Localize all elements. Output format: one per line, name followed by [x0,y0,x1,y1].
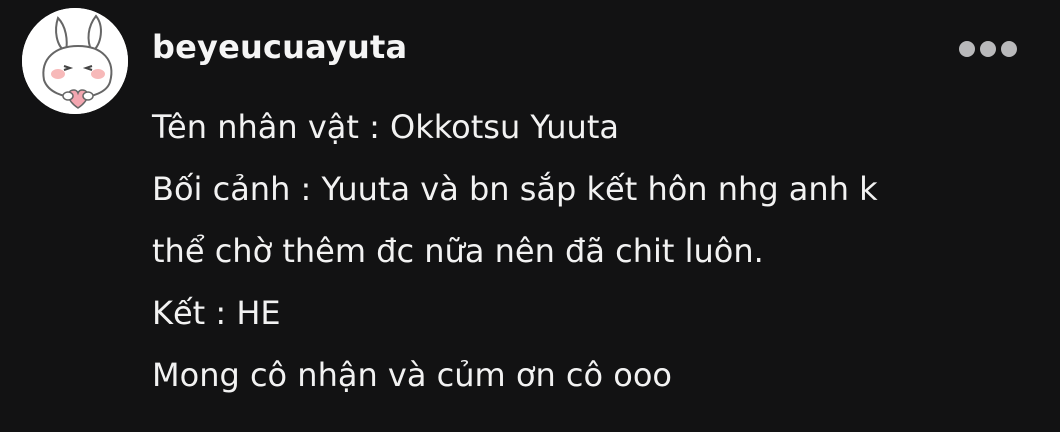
message-line: Kết : HE [152,294,281,332]
more-horizontal-icon [1001,41,1017,57]
bunny-holding-heart-icon [22,8,128,114]
username[interactable]: beyeucuayuta [152,27,407,67]
post-item: beyeucuayuta Tên nhân vật : Okkotsu Yuut… [0,0,1060,432]
avatar[interactable] [22,8,128,114]
message-body: Tên nhân vật : Okkotsu Yuuta Bối cảnh : … [152,96,1032,406]
message-line: thể chờ thêm đc nữa nên đã chit luôn. [152,232,764,270]
message-line: Mong cô nhận và củm ơn cô ooo [152,356,672,394]
message-line: Tên nhân vật : Okkotsu Yuuta [152,108,619,146]
message-line: Bối cảnh : Yuuta và bn sắp kết hôn nhg a… [152,170,878,208]
more-horizontal-icon [980,41,996,57]
more-options-button[interactable] [952,36,1024,62]
more-horizontal-icon [959,41,975,57]
